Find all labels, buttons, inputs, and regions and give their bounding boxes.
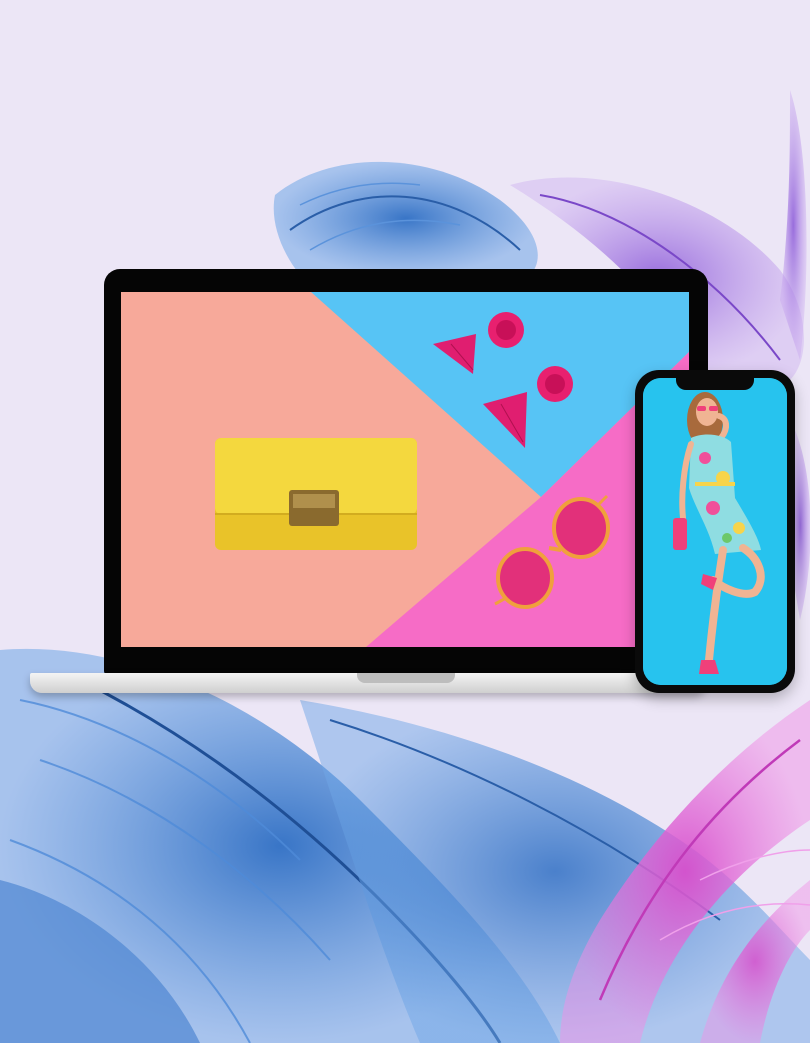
laptop-screen-image: [121, 292, 689, 647]
product-mockup-scene: [0, 0, 810, 1043]
pink-clutch: [673, 518, 687, 550]
phone-screen: [643, 378, 787, 685]
phone-notch: [676, 376, 754, 390]
phone-screen-image: [643, 378, 787, 685]
laptop-screen: [121, 292, 689, 647]
top-blue-feather: [273, 161, 538, 275]
laptop-trackpad-notch: [357, 673, 455, 683]
yellow-clutch: [215, 438, 417, 550]
